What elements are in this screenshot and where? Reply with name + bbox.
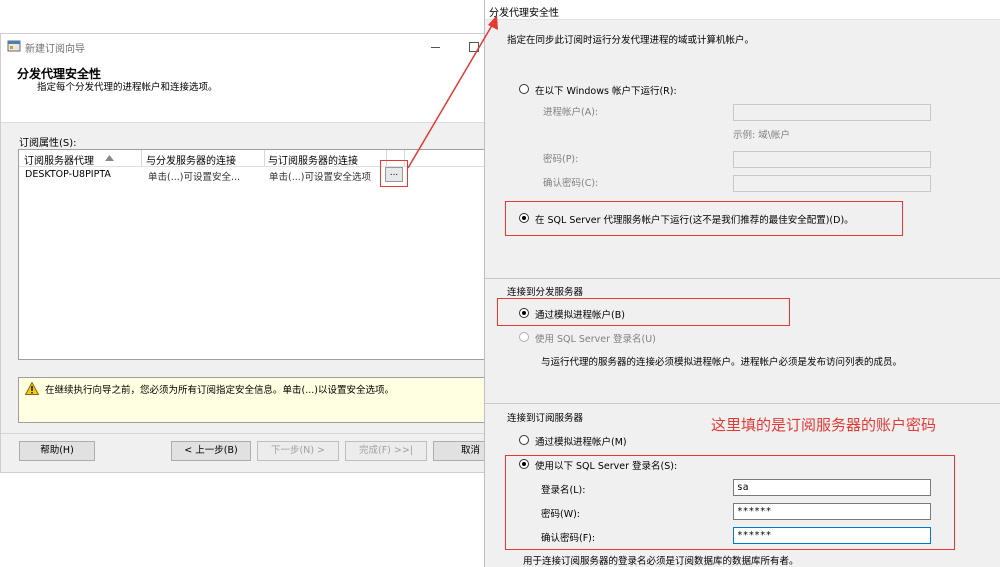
annotation-arrow (407, 15, 498, 169)
